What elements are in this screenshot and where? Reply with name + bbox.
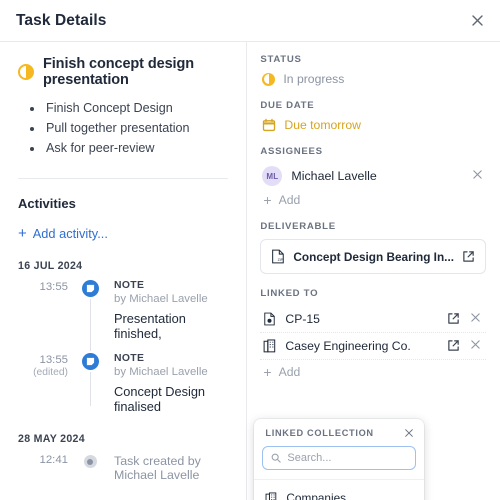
popup-item-label: Companies: [286, 491, 347, 500]
status-value-row[interactable]: In progress: [260, 72, 486, 86]
deliverable-label: DELIVERABLE: [260, 221, 336, 232]
due-date-value-row[interactable]: Due tomorrow: [260, 118, 486, 132]
activity-text: Task created by Michael Lavelle: [114, 454, 201, 482]
svg-text:ZIP: ZIP: [278, 258, 284, 262]
add-assignee-label: Add: [278, 193, 301, 207]
activity-entry[interactable]: 13:55 NOTE by Michael Lavelle Presentati…: [18, 280, 228, 341]
calendar-icon: [262, 118, 276, 132]
close-icon[interactable]: [467, 11, 487, 31]
activities-heading: Activities: [18, 196, 76, 211]
due-date-label: DUE DATE: [260, 100, 315, 111]
add-link-button[interactable]: + Add: [260, 365, 486, 379]
remove-link-icon[interactable]: [470, 312, 484, 326]
external-link-icon[interactable]: [462, 250, 476, 264]
task-main-column: Finish concept design presentation Finis…: [0, 42, 246, 500]
linked-collection-popup: LINKED COLLECTION Search... Companies: [254, 419, 425, 500]
search-placeholder: Search...: [287, 452, 332, 464]
activity-author: by Michael Lavelle: [114, 366, 208, 378]
linked-item-name: Casey Engineering Co.: [285, 339, 411, 353]
task-title: Finish concept design presentation: [43, 56, 194, 88]
task-created-icon: [83, 455, 97, 468]
deliverable-name: Concept Design Bearing In...: [293, 249, 454, 264]
building-icon: [263, 339, 276, 353]
linked-to-section: LINKED TO CP-15 Casey Engineering Co. + …: [260, 288, 486, 379]
activity-timeline: 13:55 NOTE by Michael Lavelle Presentati…: [18, 280, 228, 414]
task-sidebar: STATUS In progress DUE DATE Due tomorrow…: [246, 42, 500, 500]
assignees-label: ASSIGNEES: [260, 146, 323, 157]
add-activity-label: Add activity...: [32, 226, 108, 241]
list-item: Ask for peer-review: [44, 139, 228, 158]
activity-date-label: 28 MAY 2024: [18, 433, 85, 445]
task-details-window: Task Details Finish concept design prese…: [0, 0, 500, 500]
status-section: STATUS In progress: [260, 54, 486, 86]
popup-title: LINKED COLLECTION: [265, 428, 374, 438]
status-label: STATUS: [260, 54, 302, 65]
page-title: Task Details: [16, 11, 107, 29]
activity-text: Concept Design finalised: [114, 384, 206, 414]
activity-timeline: 12:41 Task created by Michael Lavelle: [18, 453, 228, 482]
add-assignee-button[interactable]: + Add: [260, 193, 486, 207]
popup-option-list: Companies: [254, 479, 425, 500]
half-circle-status-icon: [18, 64, 34, 80]
note-icon: [81, 353, 99, 370]
activity-time: 12:41: [39, 454, 68, 466]
building-icon: [265, 491, 277, 500]
close-icon[interactable]: [404, 428, 414, 438]
assignees-section: ASSIGNEES ML Michael Lavelle + Add: [260, 146, 486, 207]
section-divider: [18, 178, 228, 179]
assignee-row[interactable]: ML Michael Lavelle: [260, 164, 486, 188]
window-body: Finish concept design presentation Finis…: [0, 42, 500, 500]
activity-text: Presentation finished,: [114, 311, 186, 341]
activity-date-group: 28 MAY 2024 12:41 Task created by Michae…: [18, 433, 228, 482]
status-badge: In progress: [283, 72, 345, 86]
due-date-section: DUE DATE Due tomorrow: [260, 100, 486, 132]
add-activity-button[interactable]: + Add activity...: [18, 226, 228, 241]
linked-to-label: LINKED TO: [260, 288, 319, 299]
linked-item-name: CP-15: [285, 312, 320, 326]
linked-item-row[interactable]: Casey Engineering Co.: [260, 333, 486, 360]
activity-entry[interactable]: 13:55 (edited) NOTE by Michael Lavelle C…: [18, 353, 228, 414]
activity-kind: NOTE: [114, 353, 145, 364]
plus-icon: +: [18, 225, 27, 242]
search-icon: [271, 453, 282, 463]
linked-item-row[interactable]: CP-15: [260, 306, 486, 333]
due-date-value: Due tomorrow: [284, 118, 361, 132]
search-input[interactable]: Search...: [262, 446, 417, 470]
popup-item-companies[interactable]: Companies: [254, 486, 424, 500]
external-link-icon[interactable]: [447, 312, 461, 326]
document-badge-icon: [263, 312, 276, 326]
half-circle-status-icon: [262, 72, 276, 86]
task-checklist: Finish Concept Design Pull together pres…: [44, 99, 228, 158]
popup-search-wrap: Search...: [254, 446, 424, 479]
external-link-icon[interactable]: [447, 339, 461, 353]
activity-time: 13:55: [39, 281, 68, 293]
assignee-name: Michael Lavelle: [291, 169, 377, 183]
deliverable-section: DELIVERABLE ZIP Concept Design Bearing I…: [260, 221, 486, 274]
list-item: Finish Concept Design: [44, 99, 228, 118]
popup-header: LINKED COLLECTION: [254, 428, 424, 438]
activity-time: 13:55: [39, 354, 68, 366]
add-link-label: Add: [278, 365, 301, 379]
activity-entry[interactable]: 12:41 Task created by Michael Lavelle: [18, 453, 228, 482]
window-header: Task Details: [0, 0, 500, 42]
remove-assignee-icon[interactable]: [472, 169, 486, 183]
activity-author: by Michael Lavelle: [114, 293, 208, 305]
list-item: Pull together presentation: [44, 119, 228, 138]
task-title-row: Finish concept design presentation: [18, 56, 228, 88]
plus-icon: +: [263, 364, 272, 380]
zip-file-icon: ZIP: [271, 249, 285, 264]
note-icon: [81, 280, 99, 297]
remove-link-icon[interactable]: [470, 339, 484, 353]
activity-edited-flag: (edited): [33, 367, 68, 378]
activity-date-group: 16 JUL 2024 13:55 NOTE by Michael Lavell…: [18, 260, 228, 414]
avatar: ML: [262, 166, 283, 186]
deliverable-card[interactable]: ZIP Concept Design Bearing In...: [260, 239, 486, 274]
plus-icon: +: [263, 192, 272, 208]
activity-kind: NOTE: [114, 280, 145, 291]
activity-date-label: 16 JUL 2024: [18, 260, 83, 272]
